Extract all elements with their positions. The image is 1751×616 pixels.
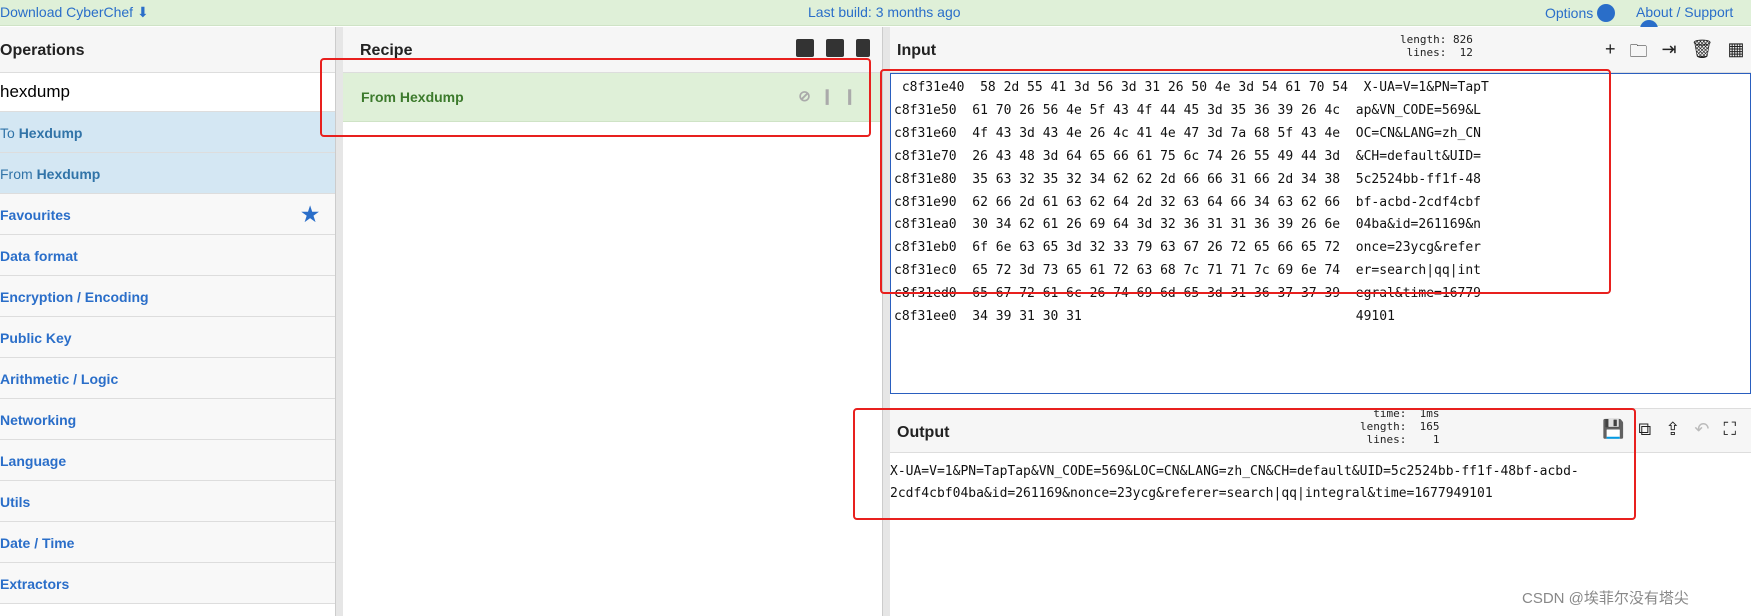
star-icon: ★ bbox=[301, 204, 319, 226]
panel-resize-handle[interactable] bbox=[882, 27, 890, 616]
output-text: X-UA=V=1&PN=TapTap&VN_CODE=569&LOC=CN&LA… bbox=[890, 464, 1579, 501]
options-button[interactable]: Options bbox=[1545, 4, 1616, 22]
category-favourites[interactable]: Favourites ★ bbox=[0, 194, 335, 235]
maximise-icon[interactable]: ⛶ bbox=[1723, 419, 1736, 440]
save-icon[interactable]: 💾 bbox=[1602, 419, 1624, 440]
download-label: Download CyberChef bbox=[0, 4, 134, 20]
result-prefix: From bbox=[0, 166, 37, 182]
disable-icon[interactable]: ⊘ bbox=[798, 88, 821, 105]
pause-icon[interactable]: ❙❙ bbox=[821, 88, 866, 105]
gear-icon bbox=[1597, 4, 1616, 22]
operations-search-input[interactable] bbox=[0, 73, 335, 112]
copy-icon[interactable]: ⧉ bbox=[1638, 419, 1651, 440]
download-icon: ⬇ bbox=[136, 4, 149, 20]
trash-icon[interactable]: 🗑 bbox=[1691, 39, 1714, 69]
operations-title: Operations bbox=[0, 27, 335, 73]
replace-input-icon[interactable]: ⇪ bbox=[1665, 419, 1680, 440]
watermark: CSDN @埃菲尔没有塔尖 bbox=[1522, 590, 1689, 607]
recipe-operation[interactable]: From Hexdump ⊘❙❙ bbox=[343, 73, 882, 122]
search-result-from-hexdump[interactable]: From Hexdump bbox=[0, 153, 335, 194]
undo-icon[interactable]: ↶ bbox=[1694, 419, 1709, 440]
category-data-format[interactable]: Data format bbox=[0, 235, 335, 276]
about-label: About / Support bbox=[1636, 4, 1734, 20]
top-bar: Download CyberChef ⬇ Last build: 3 month… bbox=[0, 0, 1751, 38]
file-import-icon[interactable]: ⇥ bbox=[1662, 39, 1677, 69]
operations-panel: Operations To Hexdump From Hexdump Favou… bbox=[0, 27, 335, 616]
panel-resize-handle[interactable] bbox=[335, 27, 343, 616]
category-date-time[interactable]: Date / Time bbox=[0, 522, 335, 563]
download-link[interactable]: Download CyberChef ⬇ bbox=[0, 4, 149, 21]
result-prefix: To bbox=[0, 125, 19, 141]
result-match: Hexdump bbox=[18, 125, 83, 141]
result-match: Hexdump bbox=[36, 166, 101, 182]
save-icon[interactable] bbox=[796, 39, 814, 57]
io-panel: Input length: 826 lines: 12 + 🗀 ⇥ 🗑 ▦ c8f31e… bbox=[890, 27, 1751, 616]
category-networking[interactable]: Networking bbox=[0, 399, 335, 440]
last-build-link[interactable]: Last build: 3 months ago bbox=[808, 4, 961, 20]
add-tab-icon[interactable]: + bbox=[1605, 39, 1616, 69]
layout-icon[interactable]: ▦ bbox=[1727, 39, 1744, 69]
trash-icon[interactable] bbox=[856, 39, 870, 57]
category-language[interactable]: Language bbox=[0, 440, 335, 481]
options-label: Options bbox=[1545, 5, 1594, 21]
category-arithmetic-logic[interactable]: Arithmetic / Logic bbox=[0, 358, 335, 399]
recipe-panel: Recipe From Hexdump ⊘❙❙ bbox=[343, 27, 882, 616]
category-encryption-encoding[interactable]: Encryption / Encoding bbox=[0, 276, 335, 317]
category-extractors[interactable]: Extractors bbox=[0, 563, 335, 604]
recipe-title: Recipe bbox=[360, 42, 413, 59]
category-label: Favourites bbox=[0, 207, 71, 223]
input-title: Input bbox=[897, 42, 937, 59]
output-title: Output bbox=[897, 424, 950, 441]
search-result-to-hexdump[interactable]: To Hexdump bbox=[0, 112, 335, 153]
input-textarea[interactable]: c8f31e40 58 2d 55 41 3d 56 3d 31 26 50 4… bbox=[890, 73, 1751, 394]
category-utils[interactable]: Utils bbox=[0, 481, 335, 522]
output-stats: time: 1ms length: 165 lines: 1 bbox=[1360, 407, 1440, 446]
category-public-key[interactable]: Public Key bbox=[0, 317, 335, 358]
folder-icon[interactable] bbox=[826, 39, 844, 57]
recipe-operation-name: From Hexdump bbox=[361, 89, 464, 105]
folder-icon[interactable]: 🗀 bbox=[1630, 39, 1648, 69]
input-stats: length: 826 lines: 12 bbox=[1400, 33, 1473, 59]
